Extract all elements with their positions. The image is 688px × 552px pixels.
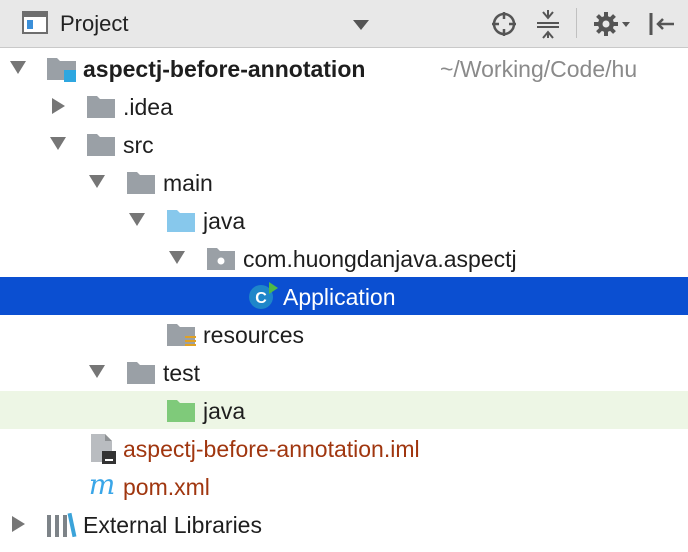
- folder-icon: [86, 93, 116, 124]
- tree-row-pom[interactable]: m pom.xml: [0, 467, 688, 505]
- collapse-all-icon[interactable]: [535, 9, 561, 44]
- folder-label-test: test: [163, 360, 201, 386]
- tree-row-package[interactable]: com.huongdanjava.aspectj: [0, 239, 688, 277]
- locate-icon[interactable]: [491, 11, 517, 42]
- tree-row-test[interactable]: test: [0, 353, 688, 391]
- tree-row-src[interactable]: src: [0, 125, 688, 163]
- tree-row-idea[interactable]: .idea: [0, 87, 688, 125]
- test-source-folder-icon: [166, 397, 196, 428]
- expand-arrow-icon[interactable]: [129, 213, 145, 226]
- package-icon: [206, 245, 236, 276]
- folder-label-src: src: [123, 132, 154, 158]
- folder-label-test-java: java: [203, 398, 246, 424]
- class-label-application: Application: [283, 284, 396, 310]
- folder-label-resources: resources: [203, 322, 304, 348]
- resources-folder-icon: [166, 321, 198, 354]
- libraries-icon: [46, 512, 78, 543]
- project-view-icon[interactable]: [22, 11, 48, 40]
- folder-label-java: java: [203, 208, 246, 234]
- dropdown-icon[interactable]: [352, 18, 370, 36]
- collapse-arrow-icon[interactable]: [52, 98, 65, 114]
- expand-arrow-icon[interactable]: [10, 61, 26, 74]
- tree-row-external-libraries[interactable]: External Libraries: [0, 505, 688, 543]
- spring-boot-class-icon: C: [247, 281, 279, 316]
- expand-arrow-icon[interactable]: [89, 175, 105, 188]
- file-label-iml: aspectj-before-annotation.iml: [123, 436, 420, 462]
- maven-icon: m: [86, 468, 118, 505]
- expand-arrow-icon[interactable]: [89, 365, 105, 378]
- folder-label-main: main: [163, 170, 213, 196]
- svg-text:m: m: [89, 470, 116, 500]
- project-tree: aspectj-before-annotation ~/Working/Code…: [0, 48, 688, 552]
- source-folder-icon: [166, 207, 196, 238]
- hide-panel-icon[interactable]: [648, 11, 676, 42]
- svg-text:C: C: [255, 290, 267, 307]
- module-folder-icon: [46, 54, 78, 87]
- toolbar-title[interactable]: Project: [60, 11, 128, 37]
- tree-row-iml[interactable]: aspectj-before-annotation.iml: [0, 429, 688, 467]
- tree-row-resources[interactable]: resources: [0, 315, 688, 353]
- gear-icon[interactable]: [593, 10, 633, 43]
- tree-row-application[interactable]: C Application: [0, 277, 688, 315]
- package-label: com.huongdanjava.aspectj: [243, 246, 517, 272]
- root-project-name: aspectj-before-annotation: [83, 56, 366, 82]
- expand-arrow-icon[interactable]: [50, 137, 66, 150]
- tree-row-java[interactable]: java: [0, 201, 688, 239]
- folder-icon: [126, 169, 156, 200]
- tree-row-test-java[interactable]: java: [0, 391, 688, 429]
- external-libraries-label: External Libraries: [83, 512, 262, 538]
- module-file-icon: [88, 433, 118, 470]
- expand-arrow-icon[interactable]: [169, 251, 185, 264]
- collapse-arrow-icon[interactable]: [12, 516, 25, 532]
- tree-row-root[interactable]: aspectj-before-annotation ~/Working/Code…: [0, 49, 688, 87]
- root-project-path: ~/Working/Code/hu: [440, 56, 638, 82]
- folder-icon: [126, 359, 156, 390]
- folder-label-idea: .idea: [123, 94, 173, 120]
- file-label-pom: pom.xml: [123, 474, 210, 500]
- toolbar-separator: [576, 8, 577, 38]
- project-toolbar: Project: [0, 0, 688, 48]
- tree-row-main[interactable]: main: [0, 163, 688, 201]
- folder-icon: [86, 131, 116, 162]
